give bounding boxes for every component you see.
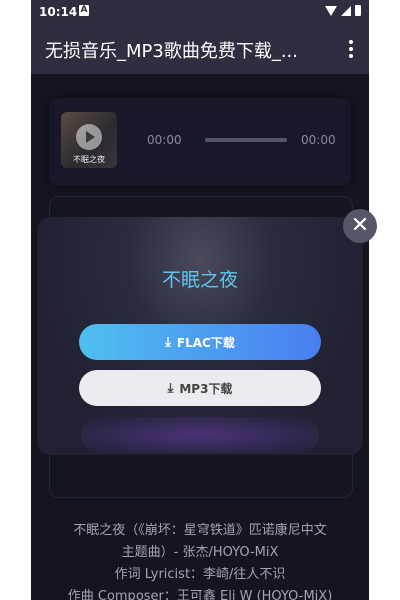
signal-icon <box>341 5 351 16</box>
flac-download-button[interactable]: ⤓ FLAC下载 <box>79 324 321 360</box>
page-title: 无损音乐_MP3歌曲免费下载_... <box>45 41 299 62</box>
more-vert-icon[interactable] <box>343 38 359 60</box>
total-time: 00:00 <box>301 133 336 147</box>
notification-icon: A <box>79 5 89 16</box>
album-caption: 不眠之夜 <box>73 155 105 164</box>
mp3-download-label: MP3下载 <box>179 381 233 396</box>
app-bar: 无损音乐_MP3歌曲免费下载_... <box>31 24 369 74</box>
dialog-glow <box>81 417 319 453</box>
lyrics-line: 作词 Lyricist：李崎/往人不识 <box>114 567 286 582</box>
lyrics-line: 不眠之夜（《崩坏：星穹铁道》匹诺康尼中文 <box>73 523 327 538</box>
lyrics-line: 主题曲）- 张杰/HOYO-MiX <box>121 545 279 560</box>
play-icon <box>86 131 95 143</box>
album-cover: 不眠之夜 <box>61 112 117 168</box>
mp3-download-button[interactable]: ⤓ MP3下载 <box>79 370 321 406</box>
status-icons <box>325 5 361 16</box>
close-icon[interactable]: ✕ <box>343 209 377 243</box>
status-bar: 10:14 A <box>31 0 369 24</box>
audio-player: 不眠之夜 00:00 00:00 <box>49 98 351 186</box>
download-dialog: 不眠之夜 ⤓ FLAC下载 ⤓ MP3下载 <box>37 217 363 455</box>
dialog-title: 不眠之夜 <box>161 269 238 291</box>
download-icon: ⤓ <box>167 380 174 396</box>
lyrics-text: 不眠之夜（《崩坏：星穹铁道》匹诺康尼中文 主题曲）- 张杰/HOYO-MiX 作… <box>31 520 369 600</box>
lyrics-line: 作曲 Composer：王可鑫 Eli W (HOYO-MiX) <box>67 589 333 600</box>
play-button[interactable] <box>76 124 102 150</box>
phone-screen: 10:14 A 无损音乐_MP3歌曲免费下载_... 不眠之夜 00:00 00… <box>31 0 369 600</box>
current-time: 00:00 <box>147 133 182 147</box>
status-time: 10:14 <box>39 5 78 19</box>
download-icon: ⤓ <box>165 334 171 350</box>
battery-icon <box>355 5 361 16</box>
wifi-icon <box>325 5 337 16</box>
flac-download-label: FLAC下载 <box>176 335 235 350</box>
progress-bar[interactable] <box>205 138 287 142</box>
